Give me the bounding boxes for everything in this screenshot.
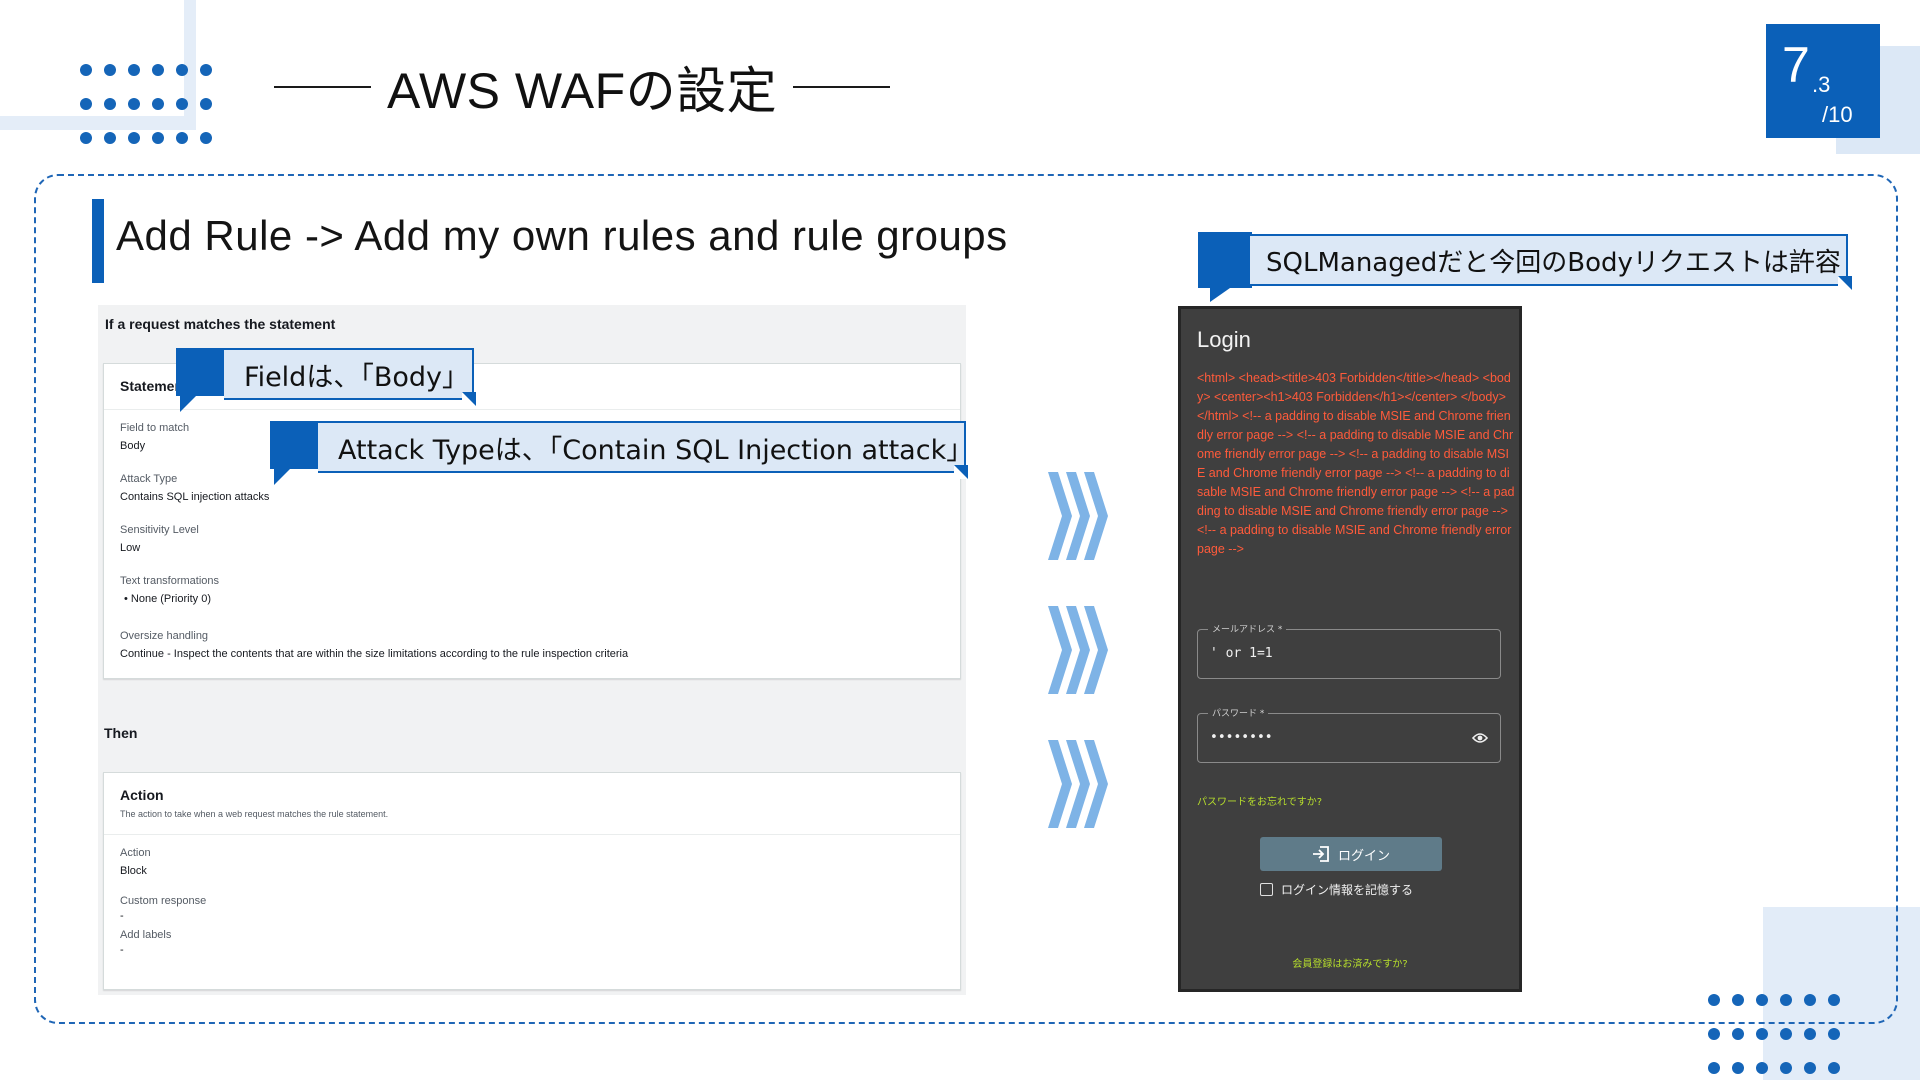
eye-icon[interactable] — [1472, 732, 1488, 744]
callout-sql-managed-text: SQLManagedだと今回のBodyリクエストは許容 — [1250, 234, 1848, 286]
field-to-match: Field to match Body — [120, 422, 189, 452]
callout-attack-type: Attack Typeは、「Contain SQL Injection atta… — [270, 421, 973, 485]
remember-me[interactable]: ログイン情報を記憶する — [1260, 881, 1413, 898]
slide-title: AWS WAFの設定 — [387, 63, 778, 119]
action-card-header: Action The action to take when a web req… — [104, 773, 960, 835]
field-label: Custom response — [120, 895, 207, 907]
triple-chevron-right-icon — [1048, 606, 1108, 694]
callout-field: Fieldは、「Body」 — [176, 348, 476, 412]
custom-response-field: Custom response - — [120, 895, 206, 922]
login-button-label: ログイン — [1337, 848, 1390, 864]
text-transformations: Text transformations • None (Priority 0) — [120, 575, 219, 605]
action-card: Action The action to take when a web req… — [103, 772, 961, 990]
page-current: 7 — [1782, 37, 1810, 93]
field-label: Attack Type — [120, 473, 178, 485]
section-title: Add Rule -> Add my own rules and rule gr… — [116, 212, 1008, 259]
callout-sql-managed: SQLManagedだと今回のBodyリクエストは許容 — [1198, 232, 1852, 302]
field-label: Action — [120, 847, 151, 859]
login-arrow-icon — [1312, 846, 1329, 862]
title-rule-right — [793, 86, 891, 88]
remember-checkbox[interactable] — [1260, 883, 1273, 896]
callout-tail — [180, 396, 196, 412]
login-button[interactable]: ログイン — [1260, 837, 1442, 871]
field-value: Block — [120, 865, 147, 877]
password-value: •••••••• — [1210, 730, 1273, 745]
slide-title-row: AWS WAFの設定 — [274, 52, 891, 122]
field-value: Low — [120, 542, 141, 554]
field-value: Body — [120, 440, 146, 452]
statement-card: Statement Field to match Body Attack Typ… — [103, 363, 961, 679]
register-link[interactable]: 会員登録はお済みですか? — [1181, 955, 1519, 970]
email-field[interactable]: メールアドレス * ' or 1=1 — [1197, 622, 1501, 679]
then-heading: Then — [104, 725, 138, 741]
field-label: Oversize handling — [120, 630, 209, 642]
forgot-password-link[interactable]: パスワードをお忘れですか? — [1197, 793, 1322, 808]
callout-tail — [1210, 288, 1230, 302]
field-value: Continue - Inspect the contents that are… — [120, 648, 629, 660]
callout-tail — [274, 469, 290, 485]
password-field[interactable]: パスワード * •••••••• — [1197, 706, 1501, 763]
callout-accent — [1198, 232, 1252, 288]
field-label: Add labels — [120, 929, 172, 941]
login-title: Login — [1197, 327, 1251, 352]
callout-accent — [270, 421, 320, 469]
email-value: ' or 1=1 — [1210, 646, 1273, 661]
triple-chevron-right-icon — [1048, 472, 1108, 560]
page-sub: .3 — [1812, 72, 1831, 97]
sensitivity-level: Sensitivity Level Low — [120, 524, 199, 554]
title-rule-left — [274, 86, 371, 88]
page-number-badge: 7 .3 /10 — [1766, 24, 1880, 138]
email-label: メールアドレス * — [1208, 622, 1287, 635]
triple-chevron-right-icon — [1048, 740, 1108, 828]
field-label: Text transformations — [120, 575, 220, 587]
attack-type: Attack Type Contains SQL injection attac… — [120, 473, 269, 503]
statement-heading: If a request matches the statement — [105, 316, 336, 332]
action-field: Action Block — [120, 847, 151, 877]
callout-field-text: Fieldは、「Body」 — [224, 348, 474, 400]
callout-attack-type-text: Attack Typeは、「Contain SQL Injection atta… — [318, 421, 973, 473]
callout-fold — [1838, 276, 1852, 290]
aws-rule-panel: If a request matches the statement State… — [98, 305, 966, 995]
field-value: - — [120, 944, 124, 956]
oversize-handling: Oversize handling Continue - Inspect the… — [120, 630, 628, 660]
field-label: Sensitivity Level — [120, 524, 199, 536]
action-card-title: Action — [120, 787, 164, 803]
callout-fold — [462, 392, 476, 406]
callout-accent — [176, 348, 226, 396]
field-label: Field to match — [120, 422, 190, 434]
login-panel: Login <html> <head><title>403 Forbidden<… — [1178, 306, 1522, 992]
section-accent-bar — [92, 199, 104, 283]
add-labels-field: Add labels - — [120, 929, 171, 956]
remember-label: ログイン情報を記憶する — [1281, 883, 1414, 897]
decorative-dots-top-left — [80, 64, 212, 144]
field-value: • None (Priority 0) — [124, 593, 211, 605]
password-label: パスワード * — [1208, 706, 1269, 719]
slide: AWS WAFの設定 7 .3 /10 Add Rule -> Add my o… — [0, 0, 1920, 1080]
page-total: /10 — [1822, 102, 1853, 127]
action-card-description: The action to take when a web request ma… — [120, 809, 389, 819]
field-value: Contains SQL injection attacks — [120, 491, 270, 503]
error-response-text: <html> <head><title>403 Forbidden</title… — [1197, 371, 1515, 556]
field-value: - — [120, 910, 124, 922]
callout-fold — [954, 465, 968, 479]
